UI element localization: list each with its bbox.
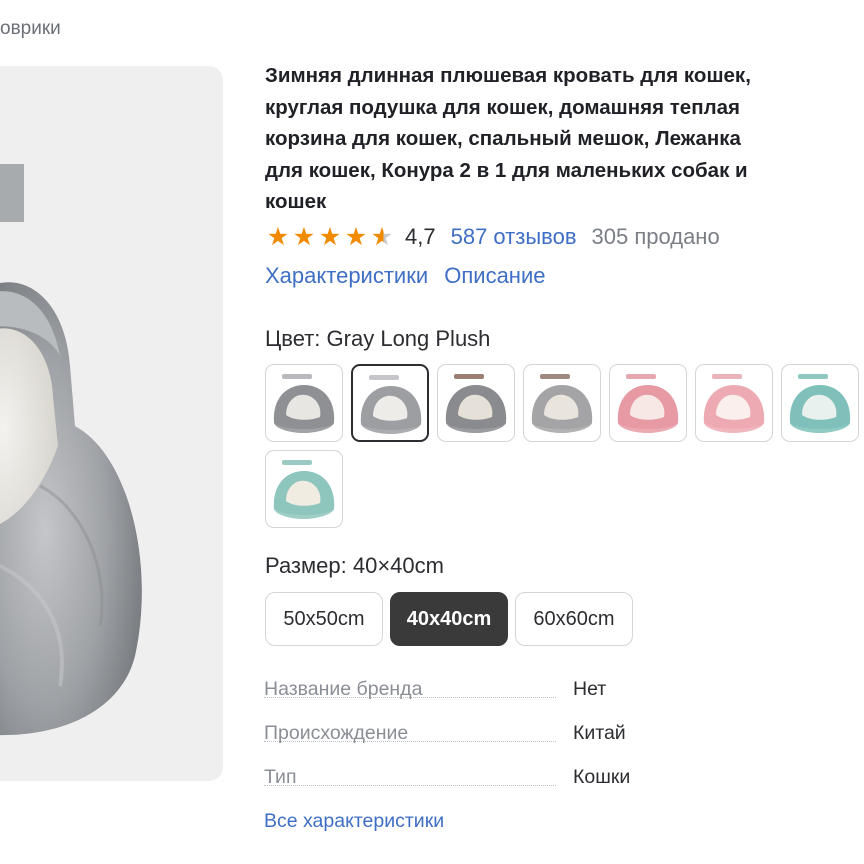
spec-row-brand: Название бренда Нет [264,678,664,704]
spec-key: Происхождение [264,722,409,744]
rating-stars: ★ ★ ★ ★ ★ [265,223,395,251]
size-option-label: Размер: 40×40cm [265,553,444,579]
title-line: Зимняя длинная плюшевая кровать для коше… [265,64,751,87]
color-swatch[interactable] [523,364,601,442]
reviews-link[interactable]: 587 отзывов [451,224,577,250]
product-tabs: Характеристики Описание [265,263,555,289]
color-swatch[interactable] [695,364,773,442]
photo-tag [0,164,24,222]
color-swatch[interactable] [265,450,343,528]
color-swatch[interactable] [265,364,343,442]
half-star-icon: ★ [370,223,394,251]
color-swatch[interactable] [609,364,687,442]
size-option-60x60[interactable]: 60x60cm [515,592,633,646]
spec-key: Название бренда [264,678,423,700]
product-title: Зимняя длинная плюшевая кровать для коше… [265,60,864,218]
swatch-tag [454,374,484,379]
color-swatch[interactable] [437,364,515,442]
swatch-tag [369,375,399,380]
star-icon: ★ [266,223,290,251]
swatch-tag [626,374,656,379]
color-swatch[interactable] [781,364,859,442]
spec-row-origin: Происхождение Китай [264,722,664,748]
size-option-50x50[interactable]: 50x50cm [265,592,383,646]
title-line: корзина для кошек, спальный мешок, Лежан… [265,127,741,150]
breadcrumb[interactable]: оврики [0,18,61,40]
spec-value: Кошки [573,766,631,788]
rating-value: 4,7 [405,224,436,249]
sold-count: 305 продано [591,224,720,249]
size-selected-value: 40×40cm [352,553,444,578]
title-line: кошек [265,190,327,213]
swatch-tag [712,374,742,379]
color-label: Цвет: [265,326,321,351]
spec-key: Тип [264,766,297,788]
all-specs-link[interactable]: Все характеристики [264,810,444,833]
spec-value: Нет [573,678,607,700]
product-main-image[interactable] [0,66,223,781]
cat-bed-photo [0,164,142,736]
title-line: для кошек, Конура 2 в 1 для маленьких со… [265,158,748,182]
spec-row-type: Тип Кошки [264,766,664,792]
rating-row: ★ ★ ★ ★ ★ 4,7 587 отзывов 305 продано [265,222,720,252]
size-option-40x40[interactable]: 40x40cm [390,592,508,646]
star-icon: ★ [344,223,368,251]
color-option-label: Цвет: Gray Long Plush [265,326,490,352]
color-swatch[interactable] [351,364,429,442]
swatch-tag [282,460,312,465]
star-icon: ★ [318,223,342,251]
title-line: круглая подушка для кошек, домашняя тепл… [265,95,740,119]
tab-description[interactable]: Описание [444,263,545,288]
swatch-tag [282,374,312,379]
swatch-tag [540,374,570,379]
tab-characteristics[interactable]: Характеристики [265,263,428,288]
swatch-tag [798,374,828,379]
star-icon: ★ [292,223,316,251]
color-selected-value: Gray Long Plush [326,326,491,351]
size-label: Размер: [265,553,347,578]
spec-value: Китай [573,722,626,744]
dotted-leader [264,785,556,786]
